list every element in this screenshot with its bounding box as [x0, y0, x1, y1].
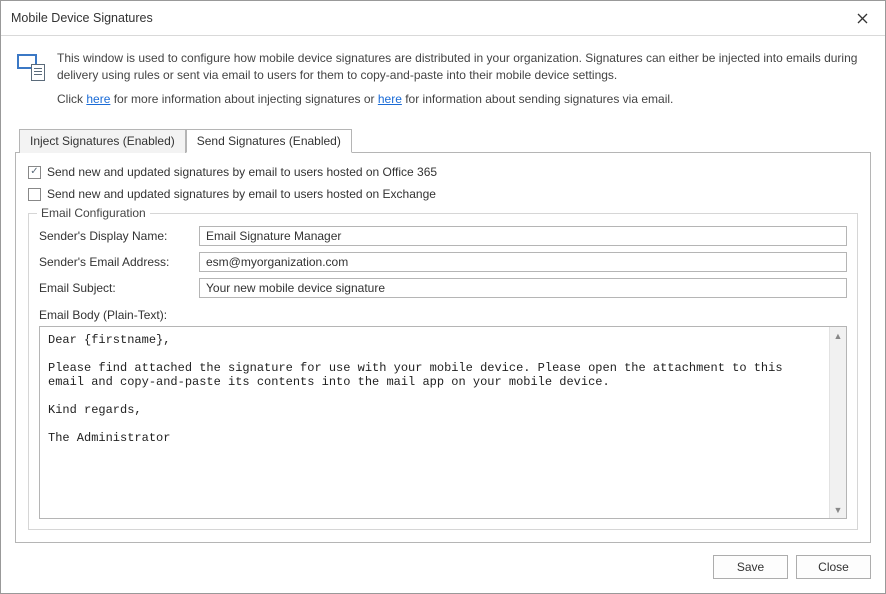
input-email-subject[interactable]	[199, 278, 847, 298]
dialog-body: This window is used to configure how mob…	[1, 36, 885, 543]
label-sender-email: Sender's Email Address:	[39, 255, 189, 269]
dialog-footer: Save Close	[1, 543, 885, 593]
titlebar: Mobile Device Signatures	[1, 1, 885, 36]
window-title: Mobile Device Signatures	[11, 11, 153, 25]
email-configuration-group: Email Configuration Sender's Display Nam…	[28, 213, 858, 530]
tab-send-signatures[interactable]: Send Signatures (Enabled)	[186, 129, 352, 153]
textarea-scrollbar[interactable]: ▲ ▼	[829, 327, 846, 518]
intro-section: This window is used to configure how mob…	[15, 48, 871, 124]
checkbox-exchange[interactable]	[28, 188, 41, 201]
checkbox-exchange-label: Send new and updated signatures by email…	[47, 187, 436, 201]
input-sender-email[interactable]	[199, 252, 847, 272]
label-email-subject: Email Subject:	[39, 281, 189, 295]
inject-help-link[interactable]: here	[86, 92, 110, 106]
group-legend: Email Configuration	[37, 206, 150, 220]
row-sender-display-name: Sender's Display Name:	[39, 226, 847, 246]
close-button[interactable]: Close	[796, 555, 871, 579]
email-body-wrap: Dear {firstname}, Please find attached t…	[39, 326, 847, 519]
textarea-email-body[interactable]: Dear {firstname}, Please find attached t…	[40, 327, 829, 518]
send-help-link[interactable]: here	[378, 92, 402, 106]
checkbox-row-office365[interactable]: Send new and updated signatures by email…	[28, 165, 858, 179]
label-sender-display-name: Sender's Display Name:	[39, 229, 189, 243]
checkbox-office365[interactable]	[28, 166, 41, 179]
checkbox-row-exchange[interactable]: Send new and updated signatures by email…	[28, 187, 858, 201]
intro-text: This window is used to configure how mob…	[57, 50, 869, 114]
label-email-body: Email Body (Plain-Text):	[39, 308, 847, 322]
scroll-down-icon[interactable]: ▼	[830, 501, 847, 518]
close-icon[interactable]	[847, 7, 877, 29]
row-sender-email: Sender's Email Address:	[39, 252, 847, 272]
input-sender-display-name[interactable]	[199, 226, 847, 246]
intro-paragraph-2: Click here for more information about in…	[57, 91, 869, 108]
signature-document-icon	[17, 52, 45, 80]
checkbox-office365-label: Send new and updated signatures by email…	[47, 165, 437, 179]
intro-paragraph-1: This window is used to configure how mob…	[57, 50, 869, 85]
tab-inject-signatures[interactable]: Inject Signatures (Enabled)	[19, 129, 186, 153]
scroll-up-icon[interactable]: ▲	[830, 327, 847, 344]
mobile-device-signatures-dialog: Mobile Device Signatures This window is …	[0, 0, 886, 594]
tabs: Inject Signatures (Enabled) Send Signatu…	[15, 128, 871, 152]
save-button[interactable]: Save	[713, 555, 788, 579]
send-signatures-panel: Send new and updated signatures by email…	[15, 152, 871, 543]
row-email-subject: Email Subject:	[39, 278, 847, 298]
